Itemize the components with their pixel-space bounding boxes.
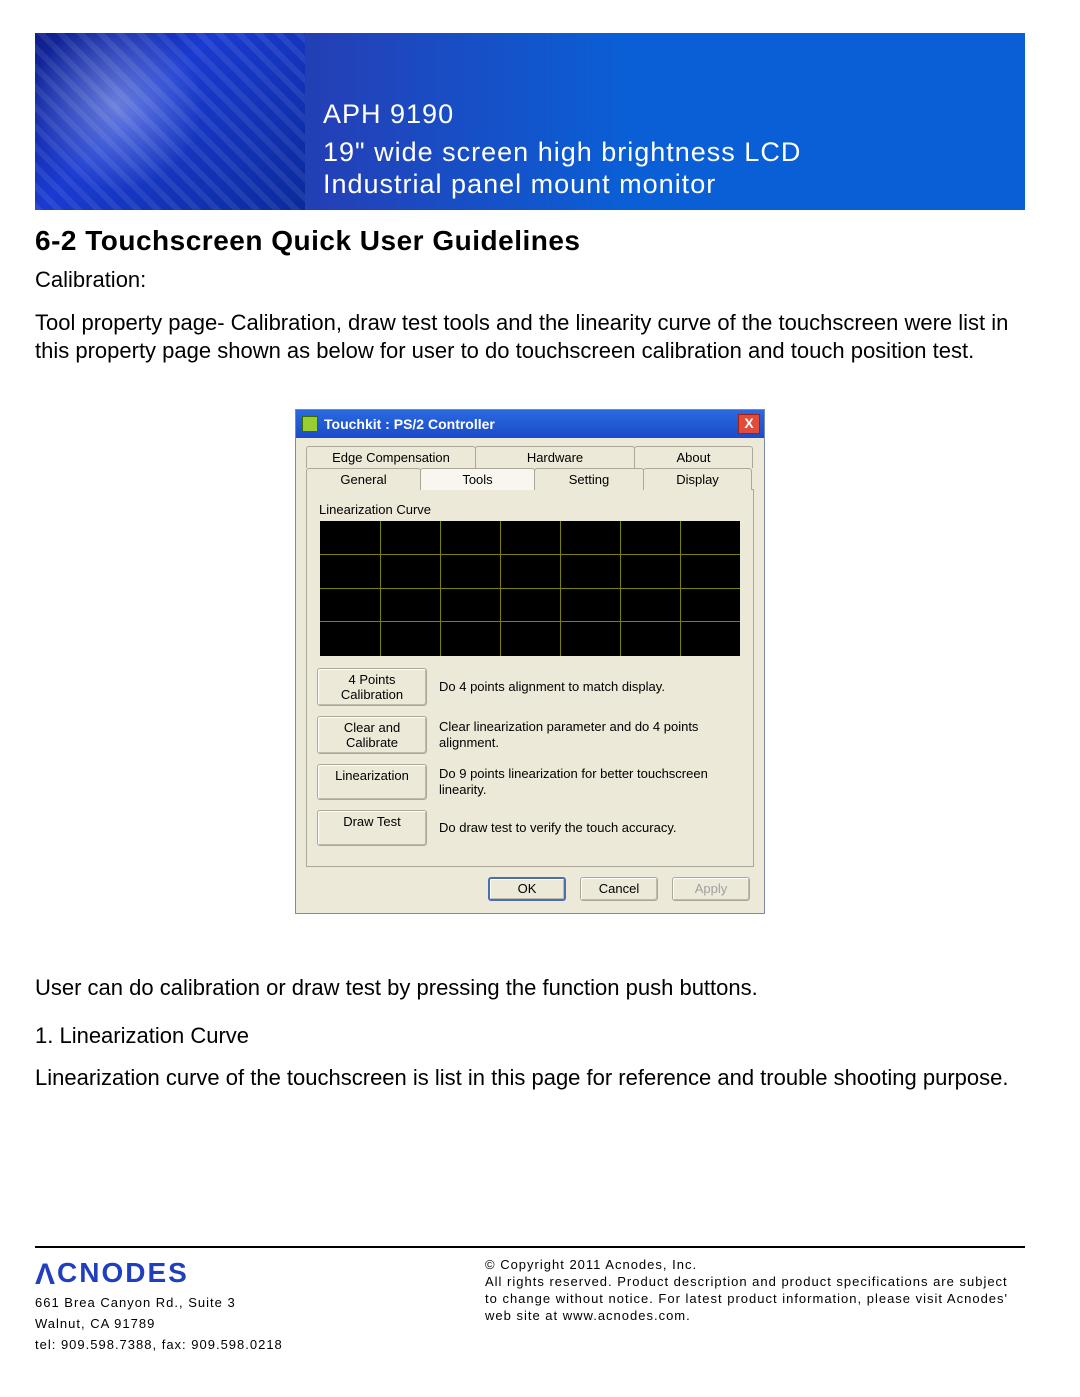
dialog-titlebar: Touchkit : PS/2 Controller X (296, 410, 764, 438)
brand-name: CNODES (57, 1257, 189, 1288)
address-line2: Walnut, CA 91789 (35, 1315, 283, 1332)
tab-setting[interactable]: Setting (534, 468, 644, 490)
product-model: APH 9190 (323, 99, 1013, 130)
footer-left: ΛCNODES 661 Brea Canyon Rd., Suite 3 Wal… (35, 1256, 283, 1353)
dialog-title: Touchkit : PS/2 Controller (324, 416, 738, 432)
four-points-calibration-button[interactable]: 4 Points Calibration (317, 668, 427, 706)
linearization-heading: 1. Linearization Curve (35, 1022, 1025, 1050)
banner-graphic (35, 33, 305, 210)
address-line1: 661 Brea Canyon Rd., Suite 3 (35, 1294, 283, 1311)
tab-hardware[interactable]: Hardware (475, 446, 635, 468)
draw-test-desc: Do draw test to verify the touch accurac… (439, 820, 743, 836)
tab-row-front: General Tools Setting Display (306, 468, 754, 490)
apply-button: Apply (672, 877, 750, 901)
tab-row-back: Edge Compensation Hardware About (306, 446, 754, 468)
address-line3: tel: 909.598.7388, fax: 909.598.0218 (35, 1336, 283, 1353)
touchkit-dialog: Touchkit : PS/2 Controller X Edge Compen… (295, 409, 765, 914)
clear-and-calibrate-button[interactable]: Clear and Calibrate (317, 716, 427, 754)
tab-body: Linearization Curve 4 Points Calibration (306, 489, 754, 867)
draw-test-button[interactable]: Draw Test (317, 810, 427, 846)
linearization-curve-label: Linearization Curve (319, 502, 743, 517)
footer-right: © Copyright 2011 Acnodes, Inc. All right… (485, 1256, 1025, 1324)
tab-display[interactable]: Display (643, 468, 752, 490)
para-calibration-note: User can do calibration or draw test by … (35, 974, 1025, 1002)
dialog-button-row: OK Cancel Apply (296, 867, 764, 913)
product-line2: Industrial panel mount monitor (323, 168, 1013, 200)
brand-caret-icon: Λ (35, 1258, 57, 1292)
tab-tools[interactable]: Tools (420, 468, 535, 490)
legal-text: All rights reserved. Product description… (485, 1273, 1025, 1324)
footer-divider (35, 1246, 1025, 1248)
banner-text: APH 9190 19" wide screen high brightness… (305, 33, 1025, 210)
linearization-button[interactable]: Linearization (317, 764, 427, 800)
copyright-line: © Copyright 2011 Acnodes, Inc. (485, 1256, 1025, 1273)
tool-row: Draw Test Do draw test to verify the tou… (317, 810, 743, 846)
page-content: 6-2 Touchscreen Quick User Guidelines Ca… (35, 225, 1025, 1112)
linearization-desc: Do 9 points linearization for better tou… (439, 766, 743, 798)
close-icon[interactable]: X (738, 414, 760, 434)
cancel-button[interactable]: Cancel (580, 877, 658, 901)
brand-logo: ΛCNODES (35, 1256, 283, 1290)
tool-row: 4 Points Calibration Do 4 points alignme… (317, 668, 743, 706)
tool-row: Clear and Calibrate Clear linearization … (317, 716, 743, 754)
linearization-curve-box (320, 521, 740, 656)
tool-row: Linearization Do 9 points linearization … (317, 764, 743, 800)
tool-rows: 4 Points Calibration Do 4 points alignme… (317, 668, 743, 846)
clear-and-calibrate-desc: Clear linearization parameter and do 4 p… (439, 719, 743, 751)
tab-edge-compensation[interactable]: Edge Compensation (306, 446, 476, 468)
tab-general[interactable]: General (306, 468, 421, 490)
tab-about[interactable]: About (634, 446, 753, 468)
product-line1: 19" wide screen high brightness LCD (323, 136, 1013, 168)
four-points-calibration-desc: Do 4 points alignment to match display. (439, 679, 743, 695)
header-banner: APH 9190 19" wide screen high brightness… (35, 33, 1025, 210)
page-footer: ΛCNODES 661 Brea Canyon Rd., Suite 3 Wal… (35, 1246, 1025, 1353)
tabs-area: Edge Compensation Hardware About General… (296, 438, 764, 867)
calibration-label: Calibration: (35, 267, 1025, 293)
linearization-paragraph: Linearization curve of the touchscreen i… (35, 1064, 1025, 1092)
section-title: 6-2 Touchscreen Quick User Guidelines (35, 225, 1025, 257)
ok-button[interactable]: OK (488, 877, 566, 901)
app-icon (302, 416, 318, 432)
intro-paragraph: Tool property page- Calibration, draw te… (35, 309, 1025, 365)
